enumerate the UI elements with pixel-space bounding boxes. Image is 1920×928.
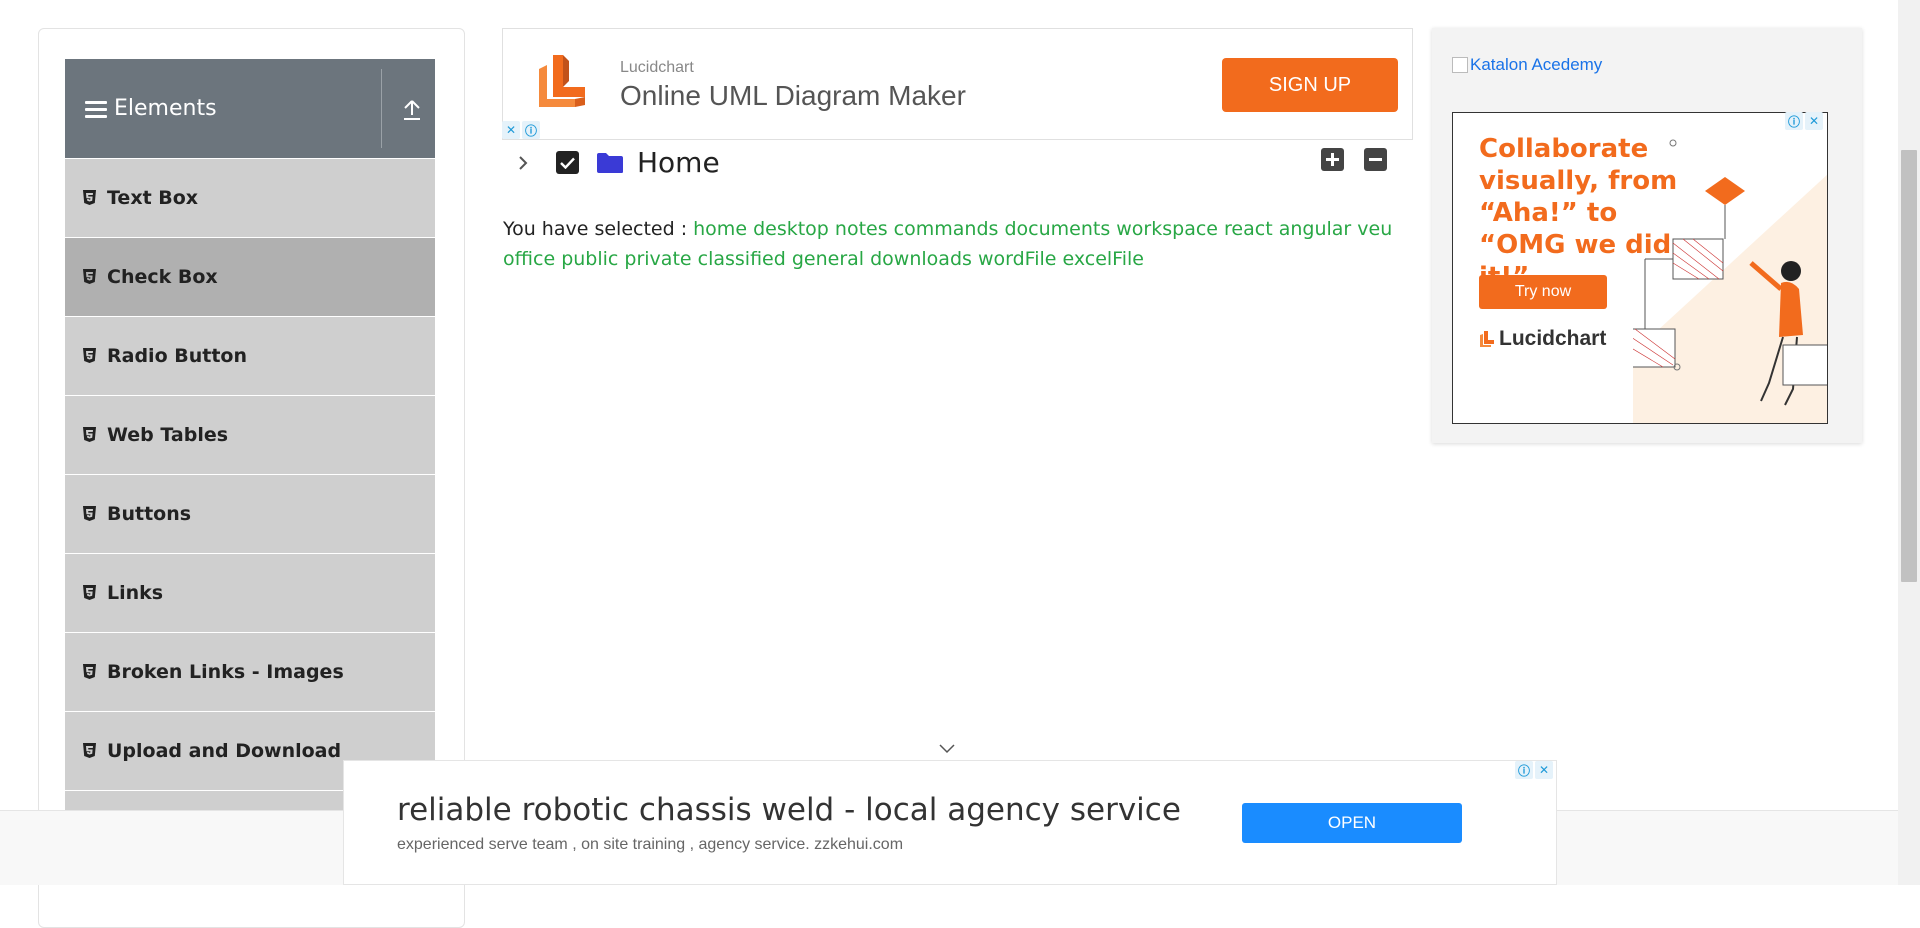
check-icon xyxy=(560,157,575,169)
ad-choices-badge[interactable]: ✕ ⓘ xyxy=(502,121,540,139)
ad-choices-badge[interactable]: ⓘ ✕ xyxy=(1515,761,1553,779)
sidebar-item-web-tables[interactable]: Web Tables xyxy=(65,396,435,475)
html5-icon xyxy=(83,585,96,600)
sidebar-item-label: Broken Links - Images xyxy=(107,661,344,683)
selected-item: documents xyxy=(1004,218,1111,240)
selected-item: angular xyxy=(1278,218,1352,240)
menu-icon xyxy=(85,101,107,119)
lucidchart-mark-icon xyxy=(1480,331,1494,347)
header-divider xyxy=(381,69,382,148)
scrollbar-thumb[interactable] xyxy=(1901,150,1917,582)
close-icon[interactable]: ✕ xyxy=(1535,761,1553,779)
right-sidebar-ad: Katalon Acedemy Collaborate visually, fr… xyxy=(1432,28,1862,443)
sidebar-item-label: Text Box xyxy=(107,187,199,209)
info-icon[interactable]: ⓘ xyxy=(1785,112,1803,130)
selected-item: downloads xyxy=(870,248,972,270)
chevron-down-icon[interactable] xyxy=(938,743,956,755)
selected-item: office xyxy=(503,248,556,270)
selected-item: veu xyxy=(1357,218,1393,240)
elements-group-header[interactable]: Elements xyxy=(65,59,435,158)
lucidchart-display-ad[interactable]: Collaborate visually, from “Aha!” to “OM… xyxy=(1452,112,1828,424)
tree-node-home: Home xyxy=(502,145,1382,181)
expand-all-button[interactable] xyxy=(1321,148,1344,171)
selected-item: notes xyxy=(834,218,888,240)
ad-headline[interactable]: Online UML Diagram Maker xyxy=(620,80,966,112)
try-now-button[interactable]: Try now xyxy=(1479,275,1607,309)
sidebar-item-label: Links xyxy=(107,582,164,604)
sidebar-item-text-box[interactable]: Text Box xyxy=(65,159,435,238)
selected-item: react xyxy=(1224,218,1273,240)
html5-icon xyxy=(83,190,96,205)
selected-item: home xyxy=(693,218,748,240)
collapse-all-button[interactable] xyxy=(1364,148,1387,171)
ad-brand: Lucidchart xyxy=(620,59,694,76)
html5-icon xyxy=(83,348,96,363)
info-icon[interactable]: ⓘ xyxy=(1515,761,1533,779)
bottom-ad-subtext: experienced serve team , on site trainin… xyxy=(397,836,904,853)
sidebar-item-label: Web Tables xyxy=(107,424,229,446)
sidebar-item-buttons[interactable]: Buttons xyxy=(65,475,435,554)
html5-icon xyxy=(83,506,96,521)
sidebar-item-check-box[interactable]: Check Box xyxy=(65,238,435,317)
selected-item: commands xyxy=(893,218,999,240)
selected-item: wordFile xyxy=(977,248,1057,270)
selected-item: private xyxy=(624,248,692,270)
ad-tagline: Collaborate visually, from “Aha!” to “OM… xyxy=(1479,134,1678,292)
page-scrollbar[interactable] xyxy=(1898,0,1920,885)
bottom-ad-headline[interactable]: reliable robotic chassis weld - local ag… xyxy=(397,792,1181,828)
expand-chevron-icon[interactable] xyxy=(517,154,529,172)
lucidchart-wordmark: Lucidchart xyxy=(1479,327,1606,351)
open-button[interactable]: OPEN xyxy=(1242,803,1462,843)
ad-choices-badge[interactable]: ⓘ ✕ xyxy=(1785,112,1823,130)
bottom-banner-ad[interactable]: reliable robotic chassis weld - local ag… xyxy=(343,760,1557,885)
html5-icon xyxy=(83,664,96,679)
selected-item: classified xyxy=(697,248,786,270)
close-icon[interactable]: ✕ xyxy=(1805,112,1823,130)
sidebar-item-label: Check Box xyxy=(107,266,218,288)
html5-icon xyxy=(83,269,96,284)
tree-node-label[interactable]: Home xyxy=(637,146,720,179)
close-icon[interactable]: ✕ xyxy=(502,121,520,139)
top-banner-ad[interactable]: Lucidchart Online UML Diagram Maker SIGN… xyxy=(502,28,1413,140)
sign-up-button[interactable]: SIGN UP xyxy=(1222,58,1398,112)
sidebar-item-label: Buttons xyxy=(107,503,192,525)
selected-item: public xyxy=(561,248,619,270)
selected-item: general xyxy=(791,248,865,270)
sidebar-item-broken-links[interactable]: Broken Links - Images xyxy=(65,633,435,712)
selection-result: You have selected : home desktop notes c… xyxy=(503,214,1403,274)
selected-item: excelFile xyxy=(1062,248,1144,270)
lucidchart-logo-icon xyxy=(539,55,585,107)
katalon-academy-link[interactable]: Katalon Acedemy xyxy=(1452,55,1602,75)
folder-icon xyxy=(597,153,623,173)
selected-item: workspace xyxy=(1116,218,1218,240)
selected-item: desktop xyxy=(753,218,829,240)
group-title: Elements xyxy=(114,96,217,121)
sidebar-item-radio-button[interactable]: Radio Button xyxy=(65,317,435,396)
ad-brand-text: Lucidchart xyxy=(1499,327,1607,350)
html5-icon xyxy=(83,743,96,758)
result-prefix: You have selected : xyxy=(503,218,688,240)
home-checkbox[interactable] xyxy=(556,151,579,174)
info-icon[interactable]: ⓘ xyxy=(522,121,540,139)
html5-icon xyxy=(83,427,96,442)
sidebar-item-label: Radio Button xyxy=(107,345,247,367)
sidebar-item-label: Upload and Download xyxy=(107,740,342,762)
collapse-arrow-icon[interactable] xyxy=(402,99,422,121)
katalon-link-text[interactable]: Katalon Acedemy xyxy=(1470,55,1602,75)
broken-image-icon xyxy=(1452,57,1468,73)
sidebar-item-links[interactable]: Links xyxy=(65,554,435,633)
